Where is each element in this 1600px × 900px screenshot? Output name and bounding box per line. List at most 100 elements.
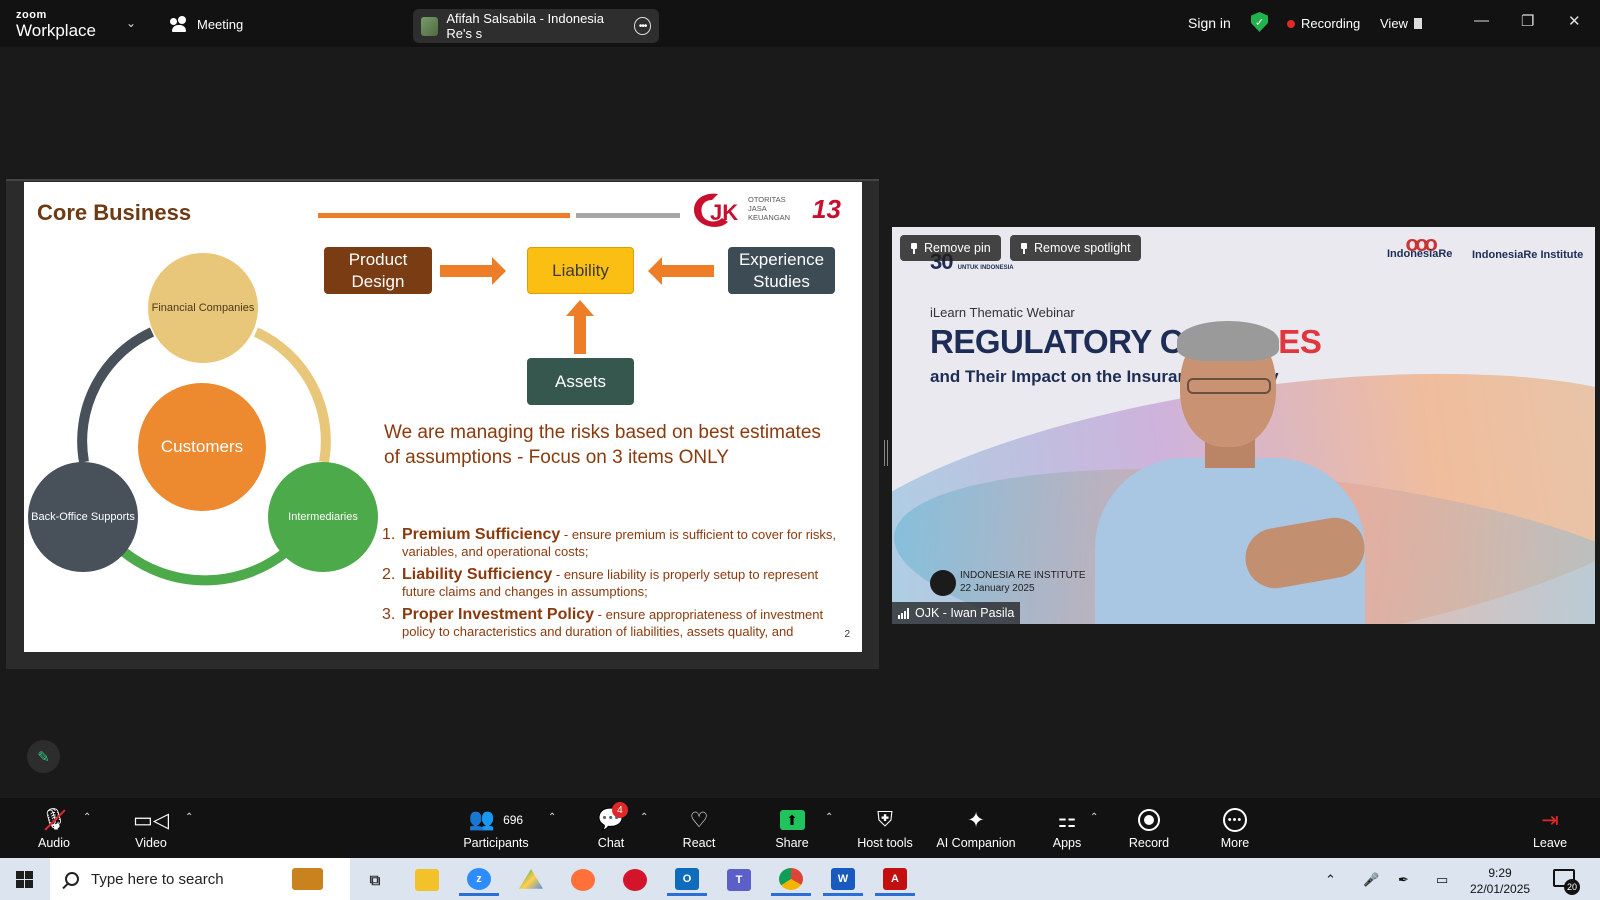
indonesiare-institute-logo: IndonesiaRe Institute [1472,249,1584,261]
audio-options-caret[interactable]: ⌃ [83,812,91,823]
slide-focus-list: 1. Premium Sufficiency - ensure premium i… [382,526,852,646]
zoom-title-bar: zoom Workplace ⌄ Meeting Afifah Salsabil… [0,0,1600,47]
outlook-icon[interactable]: O [667,864,707,896]
recording-dot-icon [1287,19,1295,28]
microphone-muted-icon: 🎙 [41,806,68,834]
participants-button[interactable]: 👥 696 Participants [456,806,536,850]
customers-circle: Customers [138,383,266,511]
host-tools-button[interactable]: ⛨ Host tools [845,806,925,850]
meeting-people-icon [170,16,188,32]
taskbar-clock[interactable]: 9:29 22/01/2025 [1470,865,1530,897]
file-explorer-icon[interactable] [407,864,447,896]
tray-microphone-icon[interactable]: 🎤 [1363,872,1379,888]
participant-name-label: OJK - Iwan Pasila [892,602,1021,624]
search-placeholder: Type here to search [91,870,224,888]
heart-icon: ♡ [689,808,709,832]
chat-options-caret[interactable]: ⌃ [640,812,648,823]
speaker-name: Afifah Salsabila - Indonesia Re's s [446,11,604,41]
participant-person [1095,321,1370,624]
view-menu[interactable]: View [1380,16,1422,31]
participant-video-tile[interactable]: 30 UNTUK INDONESIA iLearn Thematic Webin… [892,227,1595,624]
briefcase-icon[interactable] [292,868,323,890]
video-button[interactable]: ▭◁ Video [111,806,191,851]
zoom-workplace-logo: zoom Workplace [16,9,96,40]
firefox-icon[interactable] [563,864,603,896]
back-office-circle: Back-Office Supports [28,462,138,572]
intermediaries-circle: Intermediaries [268,462,378,572]
word-icon[interactable]: W [823,864,863,896]
leave-button[interactable]: ⇥ Leave [1510,806,1590,851]
google-drive-icon[interactable] [511,864,551,896]
arrow-right-icon [440,257,506,285]
list-item: 1. Premium Sufficiency - ensure premium i… [382,526,837,559]
more-button[interactable]: ••• More [1195,806,1275,850]
list-item: 2. Liability Sufficiency - ensure liabili… [382,566,819,599]
financial-companies-circle: Financial Companies [148,253,258,363]
windows-start-icon[interactable] [16,871,33,888]
remove-spotlight-button[interactable]: Remove spotlight [1010,235,1141,261]
task-view-icon[interactable]: ⧉ [355,864,395,896]
pin-icon [910,242,918,254]
background-subtitle: iLearn Thematic Webinar [930,305,1075,320]
tray-display-icon[interactable]: ▭ [1436,872,1448,888]
apps-options-caret[interactable]: ⌃ [1090,812,1098,823]
video-options-caret[interactable]: ⌃ [185,812,193,823]
audio-button[interactable]: 🎙 Audio [14,806,94,850]
meeting-menu[interactable]: Meeting [170,16,243,32]
slide-page-number: 2 [844,629,850,640]
react-button[interactable]: ♡ React [659,806,739,851]
institute-caption: INDONESIA RE INSTITUTE 22 January 2025 [960,570,1086,594]
tray-pen-icon[interactable]: ✒ [1398,872,1409,888]
notification-count: 20 [1564,879,1580,895]
apps-icon: ⚏ [1057,808,1077,832]
share-options-caret[interactable]: ⌃ [825,812,833,823]
video-camera-icon: ▭◁ [133,808,169,832]
security-app-icon[interactable] [615,864,655,896]
view-layout-icon [1413,18,1422,29]
close-icon[interactable]: ✕ [1568,12,1581,30]
signal-strength-icon [898,607,909,619]
chat-icon: 💬 4 [598,802,628,834]
sign-in-link[interactable]: Sign in [1188,15,1231,31]
spotlight-pin-icon [1020,242,1028,254]
list-item: 3. Proper Investment Policy - ensure appr… [382,606,824,639]
arrow-up-icon [566,300,594,354]
arrow-left-icon [648,257,714,285]
leave-door-icon: ⇥ [1541,808,1559,832]
acrobat-icon[interactable]: A [875,864,915,896]
chevron-down-icon[interactable]: ⌄ [126,16,136,30]
panel-resize-handle[interactable] [884,440,888,466]
sparkle-icon: ✦ [967,808,985,832]
shared-slide: Core Business JK OTORITAS JASA KEUANGAN 13… [24,182,862,652]
active-speaker-pill[interactable]: Afifah Salsabila - Indonesia Re's s ••• [413,9,659,43]
remove-pin-button[interactable]: Remove pin [900,235,1001,261]
share-button[interactable]: ⬆ Share [752,806,832,850]
institute-icon [930,570,956,596]
annotate-pencil-button[interactable]: ✎ [27,740,60,773]
indonesiare-logo: ooo IndonesiaRe [1387,231,1453,260]
more-options-icon[interactable]: ••• [634,17,651,35]
record-button[interactable]: Record [1109,806,1189,850]
participants-options-caret[interactable]: ⌃ [548,812,556,823]
speaker-avatar [421,16,439,36]
record-icon [1138,809,1160,831]
restore-icon[interactable]: ❐ [1521,12,1534,30]
chrome-icon[interactable] [771,864,811,896]
more-icon: ••• [1223,808,1247,832]
search-icon [65,872,79,886]
recording-indicator[interactable]: Recording [1287,16,1360,31]
security-shield-icon[interactable]: ✓ [1251,12,1268,32]
meeting-label: Meeting [197,16,244,32]
ai-companion-button[interactable]: ✦ AI Companion [926,806,1026,851]
share-screen-icon: ⬆ [779,810,805,830]
teams-icon[interactable]: T [719,864,759,896]
chat-button[interactable]: 💬 4 Chat [571,802,651,850]
participants-icon: 👥 696 [468,808,524,831]
chat-badge: 4 [611,802,628,818]
host-shield-icon: ⛨ [877,808,893,831]
windows-taskbar: Type here to search ⧉ z O T W A ⌃ 🎤 ✒ ▭ … [0,858,1600,900]
zoom-app-icon[interactable]: z [459,864,499,896]
slide-heading: We are managing the risks based on best … [384,422,821,468]
minimize-icon[interactable]: — [1474,12,1489,29]
tray-chevron-up-icon[interactable]: ⌃ [1325,872,1336,888]
